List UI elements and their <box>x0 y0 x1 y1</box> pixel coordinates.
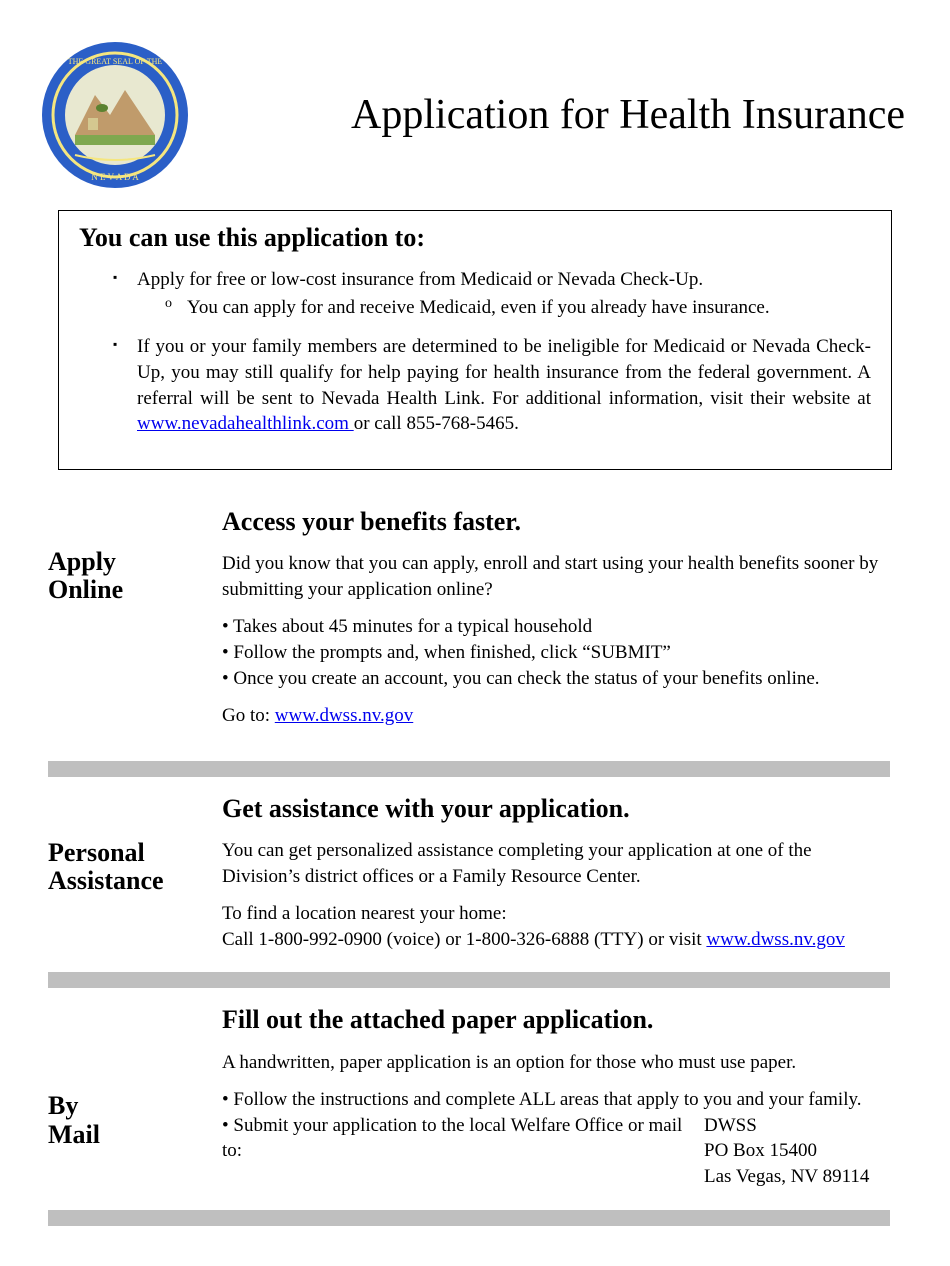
section-by-mail: By Mail Fill out the attached paper appl… <box>40 988 910 1205</box>
pa-p2b: Call 1-800-992-0900 (voice) or 1-800-326… <box>222 929 706 950</box>
pa-p2a: To find a location nearest your home: <box>222 903 507 924</box>
pa-paragraph-1: You can get personalized assistance comp… <box>222 838 890 889</box>
usage-info-box: You can use this application to: Apply f… <box>58 210 892 470</box>
goto-prefix: Go to: <box>222 705 275 726</box>
state-seal-icon: THE GREAT SEAL OF THE N E V A D A <box>40 40 190 190</box>
section-divider-3 <box>48 1210 890 1226</box>
info-item-2-text-b: or call 855-768-5465. <box>354 413 519 434</box>
info-list: Apply for free or low-cost insurance fro… <box>79 267 871 437</box>
apply-online-goto: Go to: www.dwss.nv.gov <box>222 703 890 729</box>
svg-text:N E V A D A: N E V A D A <box>91 172 139 182</box>
section-personal-assistance: Personal Assistance Get assistance with … <box>40 777 910 969</box>
section-divider-1 <box>48 761 890 777</box>
info-item-1-text: Apply for free or low-cost insurance fro… <box>137 269 703 290</box>
document-header: THE GREAT SEAL OF THE N E V A D A Applic… <box>40 40 910 190</box>
addr-line-3: Las Vegas, NV 89114 <box>704 1164 890 1190</box>
addr-line-2: PO Box 15400 <box>704 1138 890 1164</box>
section-label-by-mail: By Mail <box>48 1002 222 1189</box>
page-title: Application for Health Insurance <box>220 91 910 139</box>
by-mail-intro: A handwritten, paper application is an o… <box>222 1050 890 1076</box>
personal-assistance-content: Get assistance with your application. Yo… <box>222 791 890 953</box>
dwss-link-2[interactable]: www.dwss.nv.gov <box>706 929 844 950</box>
info-item-2-text-a: If you or your family members are determ… <box>137 336 871 408</box>
label-apply: Apply <box>48 547 116 576</box>
info-box-heading: You can use this application to: <box>79 223 871 253</box>
nevada-health-link[interactable]: www.nevadahealthlink.com <box>137 413 354 434</box>
info-item-2: If you or your family members are determ… <box>109 334 871 437</box>
section-apply-online: Apply Online Access your benefits faster… <box>40 490 910 757</box>
by-mail-content: Fill out the attached paper application.… <box>222 1002 890 1189</box>
info-sublist: You can apply for and receive Medicaid, … <box>137 295 871 321</box>
apply-online-intro: Did you know that you can apply, enroll … <box>222 551 890 602</box>
by-mail-bullet-1: • Follow the instructions and complete A… <box>222 1087 890 1113</box>
apply-online-content: Access your benefits faster. Did you kno… <box>222 504 890 741</box>
personal-assistance-heading: Get assistance with your application. <box>222 791 890 826</box>
section-label-personal-assistance: Personal Assistance <box>48 791 222 953</box>
label-online: Online <box>48 575 123 604</box>
mailing-address: DWSS PO Box 15400 Las Vegas, NV 89114 <box>690 1113 890 1190</box>
addr-line-1: DWSS <box>704 1113 890 1139</box>
info-item-1: Apply for free or low-cost insurance fro… <box>109 267 871 320</box>
label-personal: Personal <box>48 838 145 867</box>
label-mail: Mail <box>48 1120 100 1149</box>
apply-online-bullet-2: • Follow the prompts and, when finished,… <box>222 640 890 666</box>
section-label-apply-online: Apply Online <box>48 504 222 741</box>
label-by: By <box>48 1091 78 1120</box>
dwss-link-1[interactable]: www.dwss.nv.gov <box>275 705 413 726</box>
by-mail-bullet-2: • Submit your application to the local W… <box>222 1113 690 1164</box>
apply-online-heading: Access your benefits faster. <box>222 504 890 539</box>
section-divider-2 <box>48 972 890 988</box>
label-assistance: Assistance <box>48 866 164 895</box>
by-mail-heading: Fill out the attached paper application. <box>222 1002 890 1037</box>
svg-text:THE GREAT SEAL OF THE: THE GREAT SEAL OF THE <box>68 57 163 66</box>
by-mail-row: • Submit your application to the local W… <box>222 1113 890 1190</box>
info-subitem-1: You can apply for and receive Medicaid, … <box>165 295 871 321</box>
pa-find-location: To find a location nearest your home: Ca… <box>222 901 890 952</box>
apply-online-bullet-3: • Once you create an account, you can ch… <box>222 666 890 692</box>
apply-online-bullet-1: • Takes about 45 minutes for a typical h… <box>222 614 890 640</box>
